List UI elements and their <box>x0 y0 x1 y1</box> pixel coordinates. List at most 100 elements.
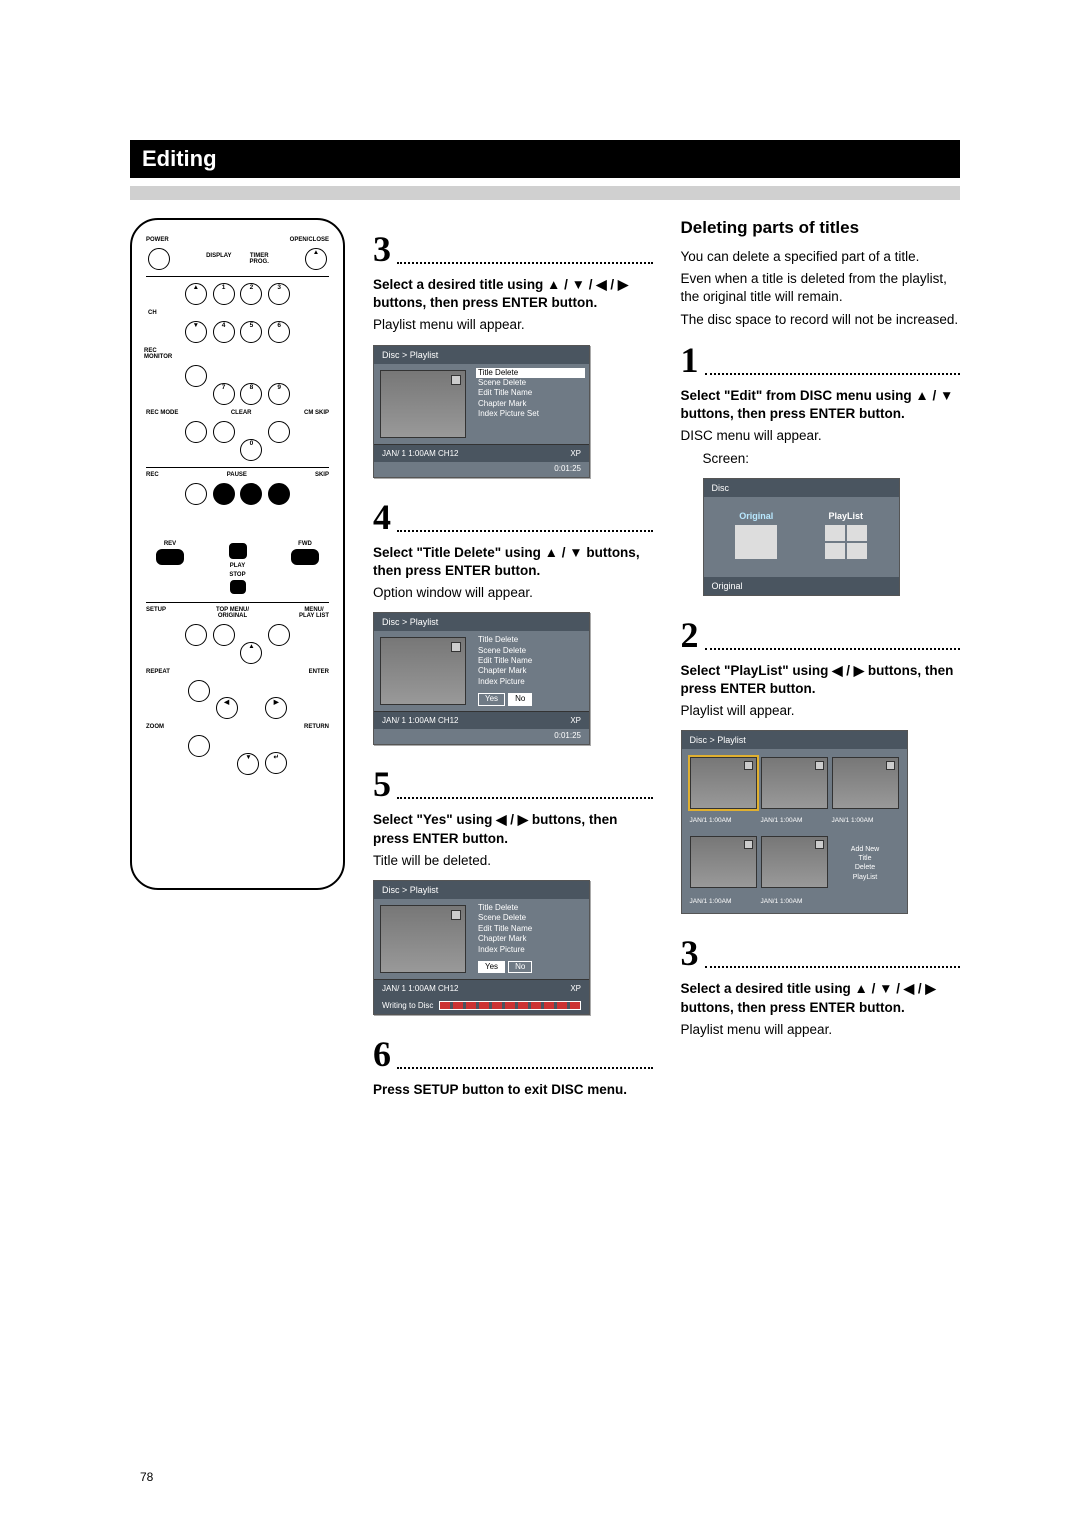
screen-title: Disc > Playlist <box>374 346 589 364</box>
num-1: 1 <box>213 283 235 305</box>
yes-option: Yes <box>478 961 505 973</box>
cell-caption: JAN/1 1:00AM <box>690 898 757 905</box>
repeat-button <box>188 680 210 702</box>
num-8: 8 <box>240 383 262 405</box>
menu-list: Title Delete Scene Delete Edit Title Nam… <box>472 631 589 711</box>
menu-item: Title Delete <box>476 368 585 378</box>
screen-option-window: Disc > Playlist Title Delete Scene Delet… <box>373 612 590 745</box>
label-pause: PAUSE <box>227 472 247 478</box>
option-playlist: PlayList <box>825 511 867 563</box>
manual-page: Editing POWER OPEN/CLOSE DISPLAY TIMER P… <box>0 0 1080 1528</box>
step-1-result: DISC menu will appear. <box>681 427 961 445</box>
cmskip-button <box>268 421 290 443</box>
menu-item: Chapter Mark <box>476 666 585 676</box>
column-middle: 3 Select a desired title using ▲ / ▼ / ◀… <box>373 218 653 1103</box>
label-skip: SKIP <box>315 472 329 478</box>
nav-right: ▶ <box>265 697 287 719</box>
thumbnail <box>380 905 466 973</box>
screen-label: Screen: <box>703 450 961 468</box>
step-5-instruction: Select "Yes" using ◀ / ▶ buttons, then p… <box>373 811 653 847</box>
label-power: POWER <box>146 237 169 243</box>
intro-text: You can delete a specified part of a tit… <box>681 248 961 266</box>
progress-bar <box>439 1001 581 1010</box>
rev-button <box>156 549 184 565</box>
column-right: Deleting parts of titles You can delete … <box>681 218 961 1103</box>
skip-next <box>268 483 290 505</box>
cell-caption: JAN/1 1:00AM <box>690 817 757 824</box>
menu-item: Scene Delete <box>476 646 585 656</box>
menu-item: Title Delete <box>476 635 585 645</box>
opt: PlayList <box>834 873 897 882</box>
option-label: PlayList <box>825 511 867 521</box>
menu-item: Edit Title Name <box>476 924 585 934</box>
dpad-up: ▲ <box>185 283 207 305</box>
tile-icon <box>735 525 777 559</box>
screen-title: Disc > Playlist <box>374 881 589 899</box>
step-6-head: 6 <box>373 1033 653 1075</box>
step-3b-instruction: Select a desired title using ▲ / ▼ / ◀ /… <box>681 980 961 1016</box>
menu-list: Title Delete Scene Delete Edit Title Nam… <box>472 899 589 979</box>
step-1-head: 1 <box>681 339 961 381</box>
grid-cell <box>690 757 757 809</box>
label-display: DISPLAY <box>206 253 231 265</box>
footer-right: XP <box>570 449 581 458</box>
label-fwd: FWD <box>289 541 321 547</box>
step-3-instruction: Select a desired title using ▲ / ▼ / ◀ /… <box>373 276 653 312</box>
label-clear: CLEAR <box>231 410 252 416</box>
no-option: No <box>508 693 532 705</box>
step-3b-head: 3 <box>681 932 961 974</box>
menu-button <box>268 624 290 646</box>
thumbnail <box>380 637 466 705</box>
return-button: ↵ <box>265 752 287 774</box>
step-4-instruction: Select "Title Delete" using ▲ / ▼ button… <box>373 544 653 580</box>
screen-title: Disc <box>704 479 899 497</box>
menu-item: Edit Title Name <box>476 388 585 398</box>
footer-time: 0:01:25 <box>374 729 589 744</box>
num-5: 5 <box>240 321 262 343</box>
menu-item: Chapter Mark <box>476 934 585 944</box>
footer-right: XP <box>570 716 581 725</box>
yes-no-prompt: YesNo <box>476 961 585 973</box>
intro-text: Even when a title is deleted from the pl… <box>681 270 961 306</box>
num-2: 2 <box>240 283 262 305</box>
label-openclose: OPEN/CLOSE <box>290 237 329 243</box>
menu-item: Title Delete <box>476 903 585 913</box>
grid-cell <box>690 836 757 888</box>
label-stop: STOP <box>142 572 333 578</box>
step-4-result: Option window will appear. <box>373 584 653 602</box>
step-4-head: 4 <box>373 496 653 538</box>
step-5-head: 5 <box>373 763 653 805</box>
progress-label: Writing to Disc <box>382 1001 433 1010</box>
footer-right: XP <box>570 984 581 993</box>
label-play: PLAY <box>227 563 249 569</box>
label-recmon: REC MONITOR <box>142 348 333 360</box>
menu-item: Scene Delete <box>476 378 585 388</box>
opt: Title <box>834 854 897 863</box>
dpad-down: ▼ <box>185 321 207 343</box>
menu-item: Index Picture Set <box>476 409 585 419</box>
skip-prev <box>240 483 262 505</box>
no-option: No <box>508 961 532 973</box>
remote-illustration: POWER OPEN/CLOSE DISPLAY TIMER PROG. ▲ ▲… <box>130 218 345 890</box>
option-label: Original <box>735 511 777 521</box>
cell-caption: JAN/1 1:00AM <box>761 898 828 905</box>
step-3-head: 3 <box>373 228 653 270</box>
num-9: 9 <box>268 383 290 405</box>
tile-icon <box>825 525 867 559</box>
footer-time: 0:01:25 <box>374 462 589 477</box>
option-original: Original <box>735 511 777 563</box>
label-timer: TIMER PROG. <box>250 253 269 265</box>
recmode-button <box>185 421 207 443</box>
num-6: 6 <box>268 321 290 343</box>
nav-left: ◀ <box>216 697 238 719</box>
step-6-num: 6 <box>373 1033 391 1075</box>
screen-writing: Disc > Playlist Title Delete Scene Delet… <box>373 880 590 1015</box>
screen-title: Disc > Playlist <box>682 731 907 749</box>
yes-no-prompt: YesNo <box>476 693 585 705</box>
screen-title: Disc > Playlist <box>374 613 589 631</box>
yes-option: Yes <box>478 693 505 705</box>
step-3-result: Playlist menu will appear. <box>373 316 653 334</box>
step-1-instruction: Select "Edit" from DISC menu using ▲ / ▼… <box>681 387 961 423</box>
pause-button <box>213 483 235 505</box>
power-button <box>148 248 170 270</box>
